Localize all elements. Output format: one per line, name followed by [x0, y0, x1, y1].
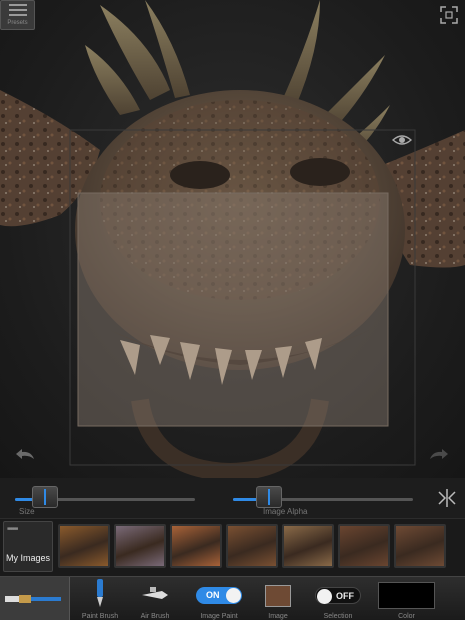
color-label: Color — [398, 613, 415, 620]
redo-arrow-icon[interactable] — [428, 447, 450, 461]
image-paint-tool: ON Image Paint — [195, 577, 243, 620]
size-slider-label: Size — [19, 507, 35, 516]
toggle-knob — [226, 588, 241, 603]
toggle-knob — [317, 589, 332, 604]
air-brush-label: Air Brush — [140, 613, 170, 620]
image-tool[interactable]: Image — [263, 577, 293, 620]
selection-label: Selection — [323, 613, 353, 620]
air-brush-tool[interactable]: Air Brush — [138, 577, 172, 620]
air-brush-icon — [142, 587, 168, 599]
paint-brush-tool[interactable]: Paint Brush — [82, 577, 118, 620]
fullscreen-toggle-icon[interactable] — [439, 5, 459, 25]
slider-thumb[interactable] — [256, 486, 282, 508]
image-paint-toggle-text: ON — [206, 590, 220, 600]
eye-icon[interactable] — [392, 132, 412, 148]
image-paint-toggle[interactable]: ON — [196, 587, 242, 604]
app-window: Presets Size Image Alpha ■■■■■ My Images… — [0, 0, 465, 620]
texture-thumb-rust-dark-panel[interactable] — [338, 524, 390, 568]
flip-icon[interactable] — [437, 488, 457, 508]
texture-strip: ■■■■■ My Images — [0, 518, 465, 576]
presets-menu-button[interactable]: Presets — [0, 0, 35, 30]
paint-brush-icon — [97, 579, 103, 607]
paint-brush-tool-icon — [5, 595, 61, 603]
color-tool: Color — [378, 577, 435, 620]
image-alpha-slider-label: Image Alpha — [263, 507, 308, 516]
selection-toggle[interactable]: OFF — [315, 587, 361, 604]
image-label: Image — [268, 613, 288, 620]
gargoyle-model-render — [0, 0, 465, 478]
texture-thumb-rust-brown[interactable] — [58, 524, 110, 568]
selection-tool: OFF Selection — [314, 577, 362, 620]
image-thumbnail — [265, 585, 291, 607]
selection-toggle-text: OFF — [336, 591, 354, 601]
image-thumbnails-icon: ■■■■■ — [7, 526, 18, 532]
presets-label: Presets — [7, 20, 28, 26]
undo-arrow-icon[interactable] — [14, 447, 36, 461]
texture-thumb-rust-tan[interactable] — [282, 524, 334, 568]
hamburger-menu-icon — [8, 4, 27, 6]
slider-row: Size Image Alpha — [0, 478, 465, 518]
texture-thumb-rust-orange[interactable] — [170, 524, 222, 568]
texture-thumb-rust-blue[interactable] — [114, 524, 166, 568]
brush-tool-button[interactable] — [0, 577, 70, 620]
texture-thumb-rust-streak-panel[interactable] — [394, 524, 446, 568]
image-paint-label: Image Paint — [200, 613, 238, 620]
size-slider[interactable]: Size — [15, 486, 195, 516]
3d-model-viewport[interactable]: Presets — [0, 0, 465, 478]
image-alpha-slider[interactable]: Image Alpha — [233, 486, 413, 516]
texture-thumb-rust-brown-panel[interactable] — [226, 524, 278, 568]
slider-thumb[interactable] — [32, 486, 58, 508]
my-images-button[interactable]: ■■■■■ My Images — [3, 521, 53, 572]
paint-brush-label: Paint Brush — [81, 613, 119, 620]
my-images-label: My Images — [5, 553, 50, 563]
bottom-toolbar: Paint Brush Air Brush ON Image Paint Ima… — [0, 576, 465, 620]
